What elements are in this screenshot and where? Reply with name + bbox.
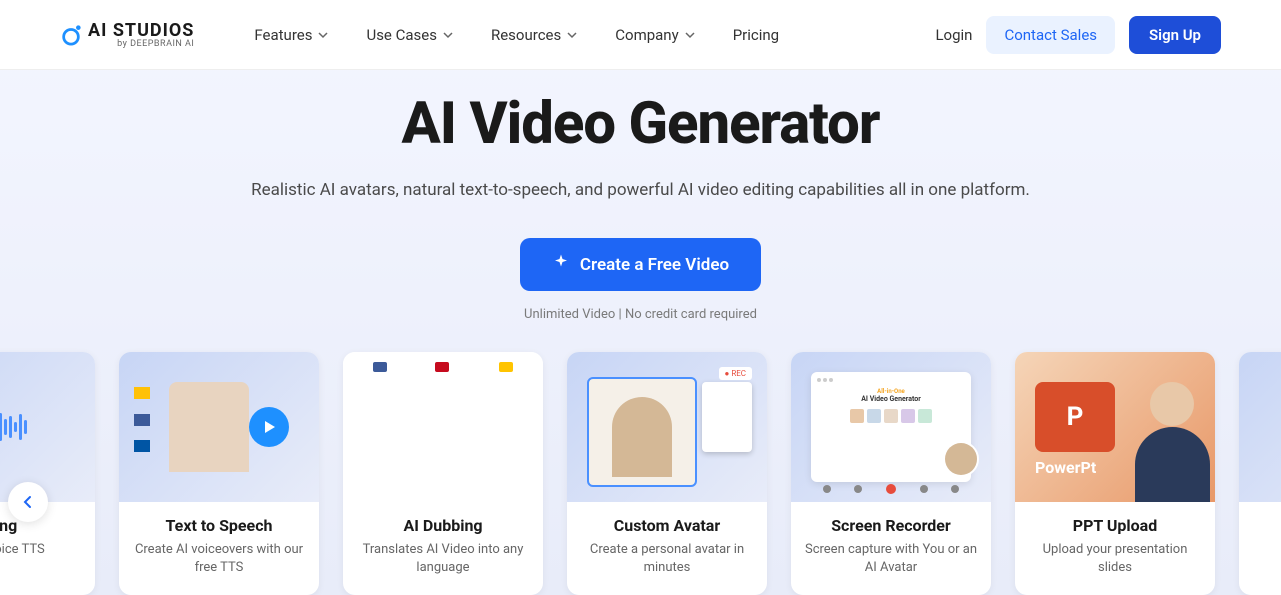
nav-features[interactable]: Features [254,26,328,44]
card-ai-dubbing[interactable]: AI Dubbing Translates AI Video into any … [343,352,543,595]
chevron-down-icon [567,30,577,40]
carousel-prev-button[interactable] [8,482,48,522]
card-ppt-upload[interactable]: P PowerPt PPT Upload Upload your present… [1015,352,1215,595]
card-image [119,352,319,502]
card-desc: Create AI voiceovers with our free TTS [131,541,307,577]
header-actions: Login Contact Sales Sign Up [935,16,1221,54]
hero-section: AI Video Generator Realistic AI avatars,… [0,70,1281,352]
card-next[interactable] [1239,352,1281,595]
feature-cards-section: loning own AI voice TTS Text to Speech C… [0,352,1281,595]
cta-label: Create a Free Video [580,255,729,275]
card-body: Text to Speech Create AI voiceovers with… [119,502,319,595]
card-custom-avatar[interactable]: ● REC Custom Avatar Create a personal av… [567,352,767,595]
main-nav: Features Use Cases Resources Company Pri… [254,26,779,44]
nav-pricing[interactable]: Pricing [733,26,779,44]
sparkle-icon [552,253,570,276]
card-desc: Create a personal avatar in minutes [579,541,755,577]
logo[interactable]: AI STUDIOS by DEEPBRAIN AI [60,20,194,49]
card-body [1239,502,1281,540]
feature-cards: loning own AI voice TTS Text to Speech C… [0,352,1281,595]
card-title: AI Dubbing [355,516,531,535]
rec-badge: ● REC [719,367,753,380]
play-icon [249,407,289,447]
nav-company[interactable]: Company [615,26,694,44]
login-link[interactable]: Login [935,26,972,44]
chevron-down-icon [318,30,328,40]
powerpoint-icon: P [1035,382,1115,452]
card-image [343,352,543,502]
card-title: Screen Recorder [803,516,979,535]
card-title: loning [0,516,83,535]
contact-sales-button[interactable]: Contact Sales [986,16,1115,54]
card-voice-cloning[interactable]: loning own AI voice TTS [0,352,95,595]
card-image [0,352,95,502]
cta-note: Unlimited Video | No credit card require… [20,307,1261,322]
card-title: Text to Speech [131,516,307,535]
card-screen-recorder[interactable]: All-in-One AI Video Generator [791,352,991,595]
logo-subtext: by DEEPBRAIN AI [88,39,194,49]
card-image [1239,352,1281,502]
waveform-icon [0,397,95,457]
header: AI STUDIOS by DEEPBRAIN AI Features Use … [0,0,1281,70]
arrow-left-icon [20,494,36,510]
card-body: Custom Avatar Create a personal avatar i… [567,502,767,595]
card-image: All-in-One AI Video Generator [791,352,991,502]
card-desc: Upload your presentation slides [1027,541,1203,577]
card-body: AI Dubbing Translates AI Video into any … [343,502,543,595]
card-image: P PowerPt [1015,352,1215,502]
card-body: Screen Recorder Screen capture with You … [791,502,991,595]
create-video-button[interactable]: Create a Free Video [520,238,761,291]
card-title: PPT Upload [1027,516,1203,535]
chevron-down-icon [685,30,695,40]
record-icon [886,484,896,494]
card-body: PPT Upload Upload your presentation slid… [1015,502,1215,595]
card-title: Custom Avatar [579,516,755,535]
ppt-label: PowerPt [1035,458,1096,477]
nav-use-cases[interactable]: Use Cases [366,26,453,44]
card-desc: Screen capture with You or an AI Avatar [803,541,979,577]
card-image: ● REC [567,352,767,502]
hero-title: AI Video Generator [20,90,1261,158]
card-desc: own AI voice TTS [0,541,83,559]
nav-resources[interactable]: Resources [491,26,577,44]
logo-text: AI STUDIOS [88,20,194,41]
logo-text-wrap: AI STUDIOS by DEEPBRAIN AI [88,20,194,49]
card-desc: Translates AI Video into any language [355,541,531,577]
logo-icon [60,24,82,46]
hero-subtitle: Realistic AI avatars, natural text-to-sp… [20,180,1261,200]
card-text-to-speech[interactable]: Text to Speech Create AI voiceovers with… [119,352,319,595]
chevron-down-icon [443,30,453,40]
signup-button[interactable]: Sign Up [1129,16,1221,54]
